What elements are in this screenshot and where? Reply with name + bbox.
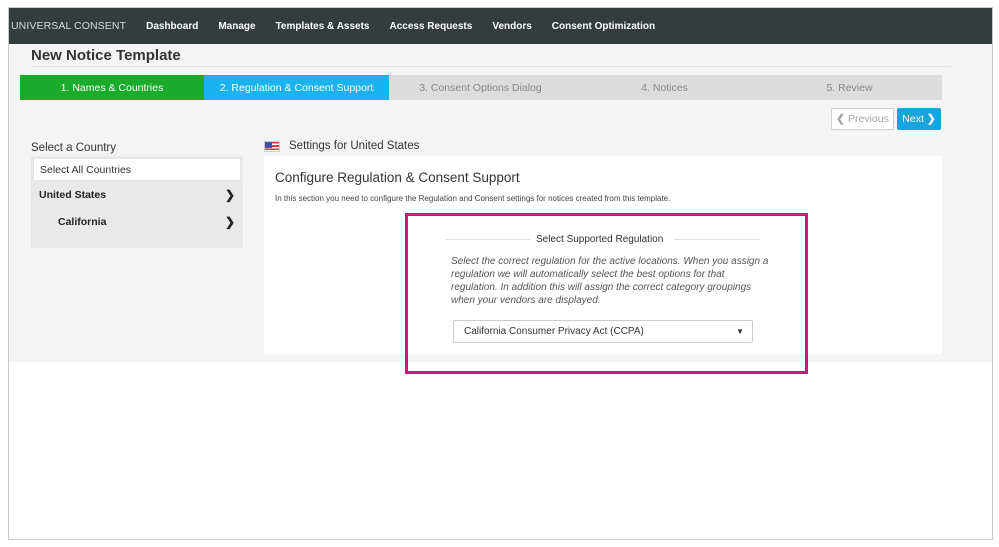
previous-label: Previous — [847, 113, 889, 125]
settings-header: Settings for United States — [264, 140, 419, 152]
caret-down-icon: ▼ — [736, 327, 744, 336]
regulation-divider-left — [446, 239, 530, 240]
nav-vendors[interactable]: Vendors — [492, 21, 531, 32]
top-nav: UNIVERSAL CONSENT Dashboard Manage Templ… — [9, 8, 992, 44]
page-title: New Notice Template — [31, 47, 181, 64]
wizard-step-1[interactable]: 1. Names & Countries — [20, 75, 204, 100]
next-button[interactable]: Next ❯ — [897, 108, 941, 130]
chevron-right-icon: ❯ — [926, 113, 936, 125]
country-item-california[interactable]: California ❯ — [52, 211, 241, 233]
config-title: Configure Regulation & Consent Support — [275, 170, 520, 185]
settings-header-label: Settings for United States — [289, 140, 420, 152]
regulation-help-text: Select the correct regulation for the ac… — [451, 256, 769, 306]
nav-access-requests[interactable]: Access Requests — [390, 21, 473, 32]
nav-templates-assets[interactable]: Templates & Assets — [276, 21, 370, 32]
nav-dashboard[interactable]: Dashboard — [146, 21, 198, 32]
nav-manage[interactable]: Manage — [218, 21, 255, 32]
regulation-select[interactable]: California Consumer Privacy Act (CCPA) ▼ — [453, 320, 753, 343]
chevron-right-icon: ❯ — [224, 215, 235, 229]
country-panel-header: Select a Country — [31, 142, 117, 154]
chevron-left-icon: ❮ — [836, 113, 845, 125]
nav-consent-optimization[interactable]: Consent Optimization — [552, 21, 655, 32]
title-divider — [31, 66, 951, 67]
wizard-step-4[interactable]: 4. Notices — [572, 75, 757, 100]
wizard-step-2[interactable]: 2. Regulation & Consent Support — [204, 75, 389, 100]
next-label: Next — [902, 113, 924, 125]
country-item-united-states[interactable]: United States ❯ — [33, 184, 241, 206]
regulation-divider-right — [674, 239, 760, 240]
previous-button[interactable]: ❮ Previous — [831, 108, 894, 130]
select-all-countries[interactable]: Select All Countries — [33, 158, 241, 181]
country-item-label: United States — [39, 189, 107, 201]
wizard-steps: 1. Names & Countries 2. Regulation & Con… — [20, 75, 942, 100]
wizard-step-5[interactable]: 5. Review — [757, 75, 942, 100]
brand-logo[interactable]: UNIVERSAL CONSENT — [11, 20, 126, 32]
chevron-right-icon: ❯ — [224, 188, 235, 202]
country-item-label: California — [58, 216, 107, 228]
wizard-step-3[interactable]: 3. Consent Options Dialog — [389, 75, 572, 100]
regulation-select-value: California Consumer Privacy Act (CCPA) — [464, 326, 644, 337]
config-description: In this section you need to configure th… — [275, 194, 671, 203]
us-flag-icon — [264, 140, 280, 152]
regulation-label: Select Supported Regulation — [536, 234, 664, 245]
